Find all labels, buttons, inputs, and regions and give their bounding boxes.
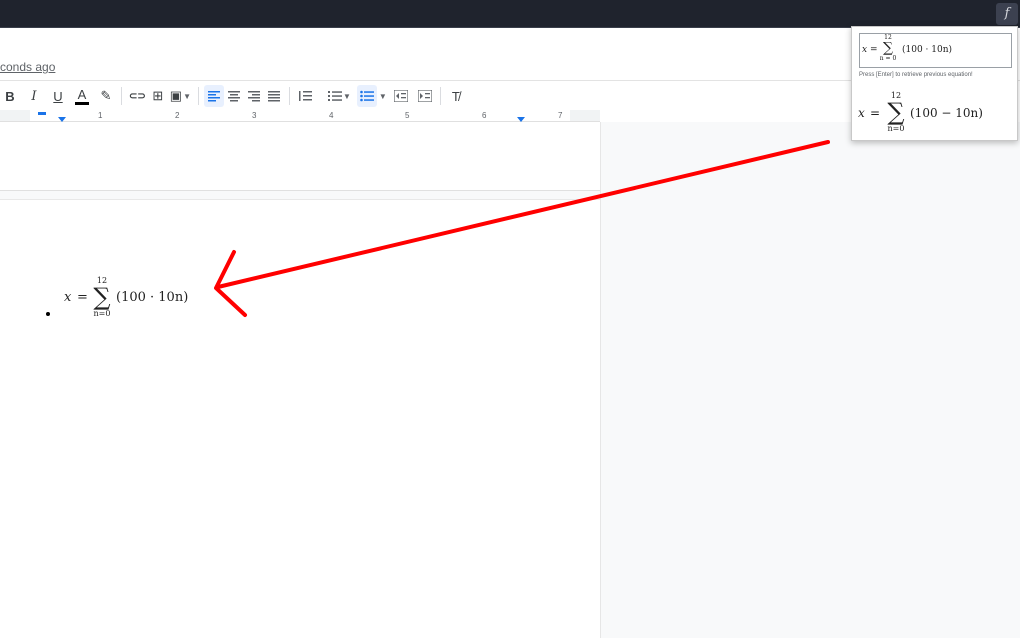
text-color-swatch: [75, 102, 89, 105]
equation-equals: =: [77, 290, 88, 305]
numbered-list-icon: [327, 91, 342, 101]
align-center-button[interactable]: [224, 85, 244, 107]
ruler-number: 7: [558, 111, 563, 120]
align-right-icon: [247, 91, 260, 102]
insert-image-button[interactable]: ▣ ▼: [168, 85, 193, 107]
decrease-indent-button[interactable]: [391, 85, 411, 107]
ruler-number: 4: [329, 111, 334, 120]
summation-lower-limit: n=0: [887, 124, 905, 133]
popup-hint-text: Press [Enter] to retrieve previous equat…: [859, 72, 973, 78]
arrow-head: [214, 250, 247, 317]
summation: 12 ∑ n=0: [884, 91, 908, 133]
toolbar-separator: [288, 87, 290, 105]
equation-input[interactable]: x = 12 ∑ n = 0 (100 · 10n): [859, 33, 1012, 68]
browser-toolbar: f: [0, 0, 1020, 28]
chevron-down-icon: ▼: [183, 91, 191, 101]
summation: 12 ∑ n = 0: [879, 35, 897, 62]
highlight-color-button[interactable]: ✎: [96, 85, 116, 107]
list-bullet: [46, 312, 50, 316]
summation-lower-limit: n=0: [93, 309, 111, 318]
equation-variable: x: [64, 290, 72, 305]
last-edit-link[interactable]: conds ago: [0, 60, 55, 74]
input-equation: x = 12 ∑ n = 0 (100 · 10n): [862, 34, 1002, 68]
chevron-down-icon: ▼: [342, 91, 351, 101]
underline-button[interactable]: U: [48, 85, 68, 107]
equation-body: (100 · 10n): [116, 290, 189, 305]
text-color-icon: A: [77, 86, 87, 102]
formatting-toolbar: B I U A ✎ ⊂⊃ ⊞ ▣ ▼ ▼ ▼ T̸: [0, 83, 850, 109]
equation-equals: =: [870, 45, 878, 55]
first-line-indent-marker[interactable]: [38, 112, 46, 115]
italic-button[interactable]: I: [24, 85, 44, 107]
clear-formatting-icon: T̸: [451, 88, 460, 104]
align-left-icon: [207, 91, 220, 102]
toolbar-separator: [121, 87, 122, 105]
clear-formatting-button[interactable]: T̸: [446, 85, 466, 107]
toolbar-separator: [197, 87, 199, 105]
equation-body: (100 · 10n): [902, 45, 953, 55]
summation-sigma: ∑: [93, 283, 111, 311]
equation-equals: =: [870, 106, 881, 120]
insert-link-button[interactable]: ⊂⊃: [127, 85, 148, 107]
link-icon: ⊂⊃: [129, 90, 146, 102]
numbered-list-button[interactable]: ▼: [326, 85, 353, 107]
align-left-button[interactable]: [203, 85, 224, 107]
add-comment-button[interactable]: ⊞: [148, 85, 168, 107]
equation-body: (100 − 10n): [910, 106, 983, 120]
justify-button[interactable]: [264, 85, 284, 107]
summation-lower-limit: n = 0: [879, 55, 897, 62]
ruler-number: 3: [252, 111, 257, 120]
text-color-button[interactable]: A: [72, 85, 92, 107]
equation-variable: x: [858, 106, 865, 120]
function-icon: f: [1004, 6, 1010, 21]
bulleted-list-button[interactable]: [356, 85, 377, 107]
summation-sigma: ∑: [883, 40, 893, 56]
bulleted-list-icon: [360, 90, 374, 102]
align-right-button[interactable]: [244, 85, 264, 107]
line-spacing-button[interactable]: [295, 85, 315, 107]
ruler[interactable]: [0, 110, 600, 122]
page-break: [0, 190, 600, 200]
document-equation[interactable]: x = 12 ∑ n=0 (100 · 10n): [64, 276, 194, 324]
preview-equation: x = 12 ∑ n=0 (100 − 10n): [858, 89, 1008, 137]
highlighter-icon: ✎: [100, 88, 112, 103]
canvas-background: [600, 122, 1020, 638]
ruler-number: 5: [405, 111, 410, 120]
toolbar-separator: [320, 87, 321, 105]
toolbar-separator: [439, 87, 441, 105]
ruler-number: 2: [175, 111, 180, 120]
bold-button[interactable]: B: [0, 85, 20, 107]
equation-extension-button[interactable]: f: [996, 3, 1018, 25]
ruler-number: 6: [482, 111, 487, 120]
summation-sigma: ∑: [887, 98, 905, 126]
summation: 12 ∑ n=0: [90, 276, 114, 318]
equation-editor-popup: x = 12 ∑ n = 0 (100 · 10n) Press [Enter]…: [851, 26, 1018, 141]
ruler-text-area: [30, 110, 570, 121]
equation-variable: x: [862, 45, 868, 55]
comment-icon: ⊞: [152, 88, 164, 103]
image-icon: ▣: [169, 88, 183, 103]
chevron-down-icon[interactable]: ▼: [379, 92, 387, 101]
ruler-number: 1: [98, 111, 103, 120]
line-spacing-icon: [298, 91, 312, 101]
increase-indent-icon: [417, 90, 432, 102]
right-indent-marker[interactable]: [517, 117, 525, 122]
justify-icon: [267, 91, 280, 102]
align-center-icon: [227, 91, 240, 102]
left-indent-marker[interactable]: [58, 117, 66, 122]
decrease-indent-icon: [393, 90, 408, 102]
increase-indent-button[interactable]: [415, 85, 435, 107]
